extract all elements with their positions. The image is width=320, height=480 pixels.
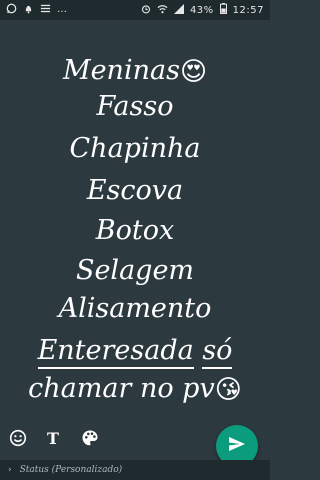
text-line-1: Meninas😍 [0,54,270,89]
wifi-icon [157,4,168,17]
text-line-9: chamar no pv😘 [0,372,270,407]
status-text-canvas[interactable]: Meninas😍 Fasso Chapinha Escova Botox Sel… [0,20,270,420]
underlined-word: só [202,335,233,369]
chevron-right-icon: › [8,465,12,475]
text-line-3: Chapinha [0,132,270,166]
status-bar: … 43% 12:57 [0,0,270,20]
signal-icon [173,3,184,17]
send-icon [228,436,246,456]
line-text: Meninas [62,55,180,86]
line-text: Alisamento [58,293,212,324]
status-bar-left: … [6,3,67,17]
ellipsis: … [57,4,67,15]
whatsapp-icon [6,3,17,17]
notification-icon [23,3,34,17]
emoji-icon[interactable] [8,428,28,448]
status-visibility-bar[interactable]: › Status (Personalizado) [0,460,270,480]
line-text: Escova [86,175,184,206]
line-text: Chapinha [69,133,201,164]
clock: 12:57 [232,4,264,16]
text-line-4: Escova [0,174,270,208]
line-text: chamar no pv [28,373,215,404]
text-line-8: Enteresada só [0,334,270,369]
palette-icon[interactable] [80,428,100,448]
status-bar-right: 43% 12:57 [141,3,264,17]
text-line-7: Alisamento [0,292,270,326]
battery-percent: 43% [189,4,214,16]
line-text: Fasso [96,91,174,122]
text-icon[interactable]: T [43,428,63,448]
status-privacy-label: Status (Personalizado) [19,465,123,475]
text-line-6: Selagem [0,254,270,288]
list-icon [40,3,51,17]
alarm-icon [141,4,151,17]
underlined-word: Enteresada [37,335,194,369]
text-line-2: Fasso [0,90,270,124]
text-line-5: Botox [0,214,270,248]
kiss-emoji: 😘 [214,374,242,405]
line-text: Selagem [75,255,195,286]
line-text: Botox [95,215,175,246]
battery-icon [219,3,227,17]
heart-eyes-emoji: 😍 [179,56,208,87]
